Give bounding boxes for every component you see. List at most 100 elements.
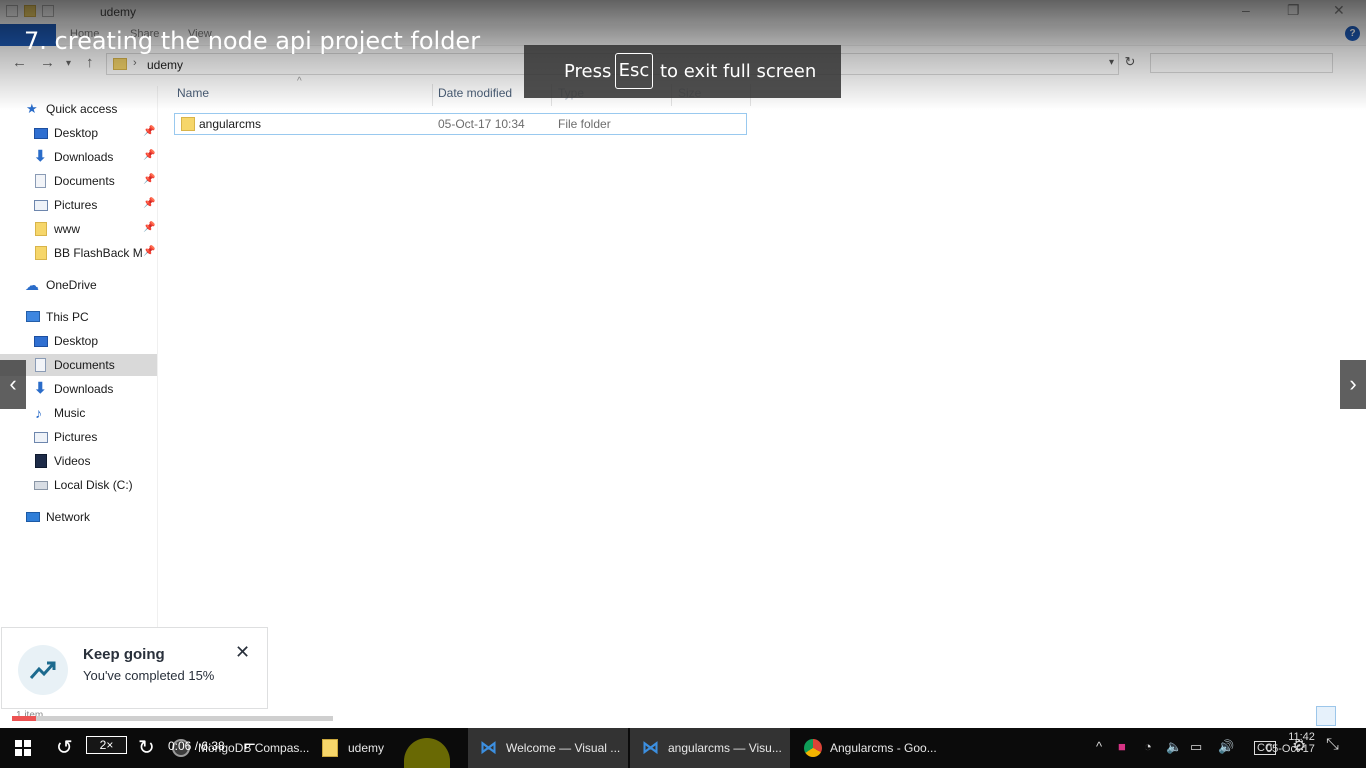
nav-label: www — [54, 222, 80, 236]
nav-this-pc[interactable]: This PC — [0, 306, 157, 328]
quick-access-toolbar — [6, 5, 54, 17]
bookmark-icon[interactable]: ⌐ — [244, 734, 256, 757]
vscode-icon: ⋈ — [642, 738, 659, 757]
nav-label: Documents — [54, 358, 115, 372]
nav-pc-local-disk[interactable]: Local Disk (C:) — [0, 474, 157, 496]
nav-label: Music — [54, 406, 86, 420]
large-icons-view-button[interactable] — [1339, 706, 1359, 726]
nav-onedrive[interactable]: ☁ OneDrive — [0, 274, 157, 296]
column-header-name[interactable]: Name — [177, 86, 209, 106]
forward-arrow-icon[interactable]: → — [40, 54, 55, 71]
minimize-button[interactable]: – — [1242, 2, 1250, 18]
rewind-icon[interactable]: ↺ — [56, 735, 73, 760]
nav-qa-bbflashback[interactable]: BB FlashBack Mc 📌 — [0, 242, 157, 264]
taskbar-item-chrome[interactable]: Angularcms - Goo... — [792, 728, 952, 768]
help-icon[interactable]: ? — [1345, 26, 1360, 41]
playback-speed-button[interactable]: 2× — [86, 736, 127, 754]
window-titlebar: udemy – ❐ ✕ — [0, 0, 1366, 24]
desktop-icon — [34, 336, 48, 347]
lecture-title: 7. creating the node api project folder — [24, 27, 481, 55]
nav-label: Downloads — [54, 382, 114, 396]
next-lecture-button[interactable]: › — [1340, 360, 1366, 409]
nav-pc-videos[interactable]: Videos — [0, 450, 157, 472]
column-divider[interactable] — [432, 84, 433, 106]
taskbar-label: angularcms — Visu... — [668, 741, 782, 755]
taskbar-item-vscode-angularcms[interactable]: ⋈ angularcms — Visu... — [630, 728, 790, 768]
previous-lecture-button[interactable]: ‹ — [0, 360, 26, 409]
computer-icon — [26, 311, 40, 322]
esc-banner-suffix: to exit full screen — [660, 61, 817, 82]
nav-qa-desktop[interactable]: Desktop 📌 — [0, 122, 157, 144]
breadcrumb-separator-icon: › — [133, 57, 137, 69]
forward-icon[interactable]: ↻ — [138, 735, 155, 760]
column-header-date[interactable]: Date modified — [438, 86, 512, 106]
nav-quick-access[interactable]: ★ Quick access — [0, 98, 157, 120]
details-view-button[interactable] — [1316, 706, 1336, 726]
window-title: udemy — [100, 5, 137, 19]
pin-icon: 📌 — [143, 150, 156, 161]
breadcrumb[interactable]: udemy — [147, 58, 183, 72]
chevron-up-icon[interactable]: ^ — [1096, 739, 1102, 754]
file-name: angularcms — [199, 117, 262, 131]
clock-time: 11:42 — [1288, 731, 1315, 743]
app-tray-icon[interactable]: ■ — [1118, 739, 1126, 754]
exit-fullscreen-icon[interactable]: ⤡ — [1326, 736, 1339, 754]
taskbar-label: Angularcms - Goo... — [830, 741, 937, 755]
pin-icon: 📌 — [143, 126, 156, 137]
nav-label: Downloads — [54, 150, 114, 164]
close-icon[interactable]: ✕ — [235, 642, 250, 663]
search-input[interactable] — [1150, 53, 1333, 73]
nav-label: Desktop — [54, 334, 99, 348]
volume-control-icon[interactable]: 🔊 — [1218, 739, 1234, 755]
folder-icon — [35, 246, 47, 260]
back-arrow-icon[interactable]: ← — [12, 54, 27, 71]
customize-icon[interactable] — [42, 5, 54, 17]
nav-network[interactable]: Network — [0, 506, 157, 528]
nav-qa-downloads[interactable]: ⬇ Downloads 📌 — [0, 146, 157, 168]
vscode-icon: ⋈ — [480, 738, 497, 757]
taskbar-label: udemy — [348, 741, 385, 755]
chrome-icon — [804, 739, 822, 757]
trending-up-icon — [18, 645, 68, 695]
chevron-down-icon[interactable]: ▾ — [1109, 57, 1114, 68]
nav-label: BB FlashBack Mc — [54, 246, 142, 260]
close-window-button[interactable]: ✕ — [1333, 2, 1345, 19]
file-row[interactable]: angularcms 05-Oct-17 10:34 File folder — [174, 113, 747, 135]
wifi-icon[interactable]: ◔ — [1144, 739, 1152, 754]
cloud-icon: ☁ — [25, 277, 39, 293]
up-arrow-icon[interactable]: ↑ — [86, 54, 94, 71]
taskbar-item-vscode-welcome[interactable]: ⋈ Welcome — Visual ... — [468, 728, 628, 768]
documents-icon — [35, 358, 46, 372]
nav-qa-documents[interactable]: Documents 📌 — [0, 170, 157, 192]
pin-icon: 📌 — [143, 246, 156, 257]
new-folder-icon[interactable] — [24, 5, 36, 17]
maximize-button[interactable]: ❐ — [1287, 2, 1300, 19]
battery-icon[interactable]: ▭ — [1190, 739, 1202, 755]
nav-label: Network — [46, 510, 91, 524]
recent-locations-icon[interactable]: ▾ — [66, 58, 71, 69]
properties-icon[interactable] — [6, 5, 18, 17]
nav-qa-pictures[interactable]: Pictures 📌 — [0, 194, 157, 216]
nav-label: Pictures — [54, 430, 98, 444]
pictures-icon — [34, 200, 48, 211]
nav-pc-desktop[interactable]: Desktop — [0, 330, 157, 352]
esc-banner-prefix: Press — [564, 61, 612, 82]
toast-title: Keep going — [83, 646, 165, 663]
refresh-icon[interactable]: ↻ — [1120, 54, 1140, 74]
file-date-modified: 05-Oct-17 10:34 — [438, 117, 525, 131]
nav-label: This PC — [46, 310, 89, 324]
video-progress-fill — [12, 716, 36, 721]
nav-label: Videos — [54, 454, 91, 468]
disk-icon — [34, 481, 48, 490]
nav-pc-pictures[interactable]: Pictures — [0, 426, 157, 448]
nav-label: Quick access — [46, 102, 118, 116]
folder-icon — [322, 739, 338, 757]
volume-icon[interactable]: 🔈 — [1166, 739, 1182, 755]
nav-qa-www[interactable]: www 📌 — [0, 218, 157, 240]
folder-icon — [113, 58, 127, 70]
file-type: File folder — [558, 117, 611, 131]
pin-icon: 📌 — [143, 222, 156, 233]
windows-start-icon[interactable] — [15, 740, 31, 756]
video-progress-bar[interactable] — [12, 716, 333, 721]
nav-label: Documents — [54, 174, 115, 188]
